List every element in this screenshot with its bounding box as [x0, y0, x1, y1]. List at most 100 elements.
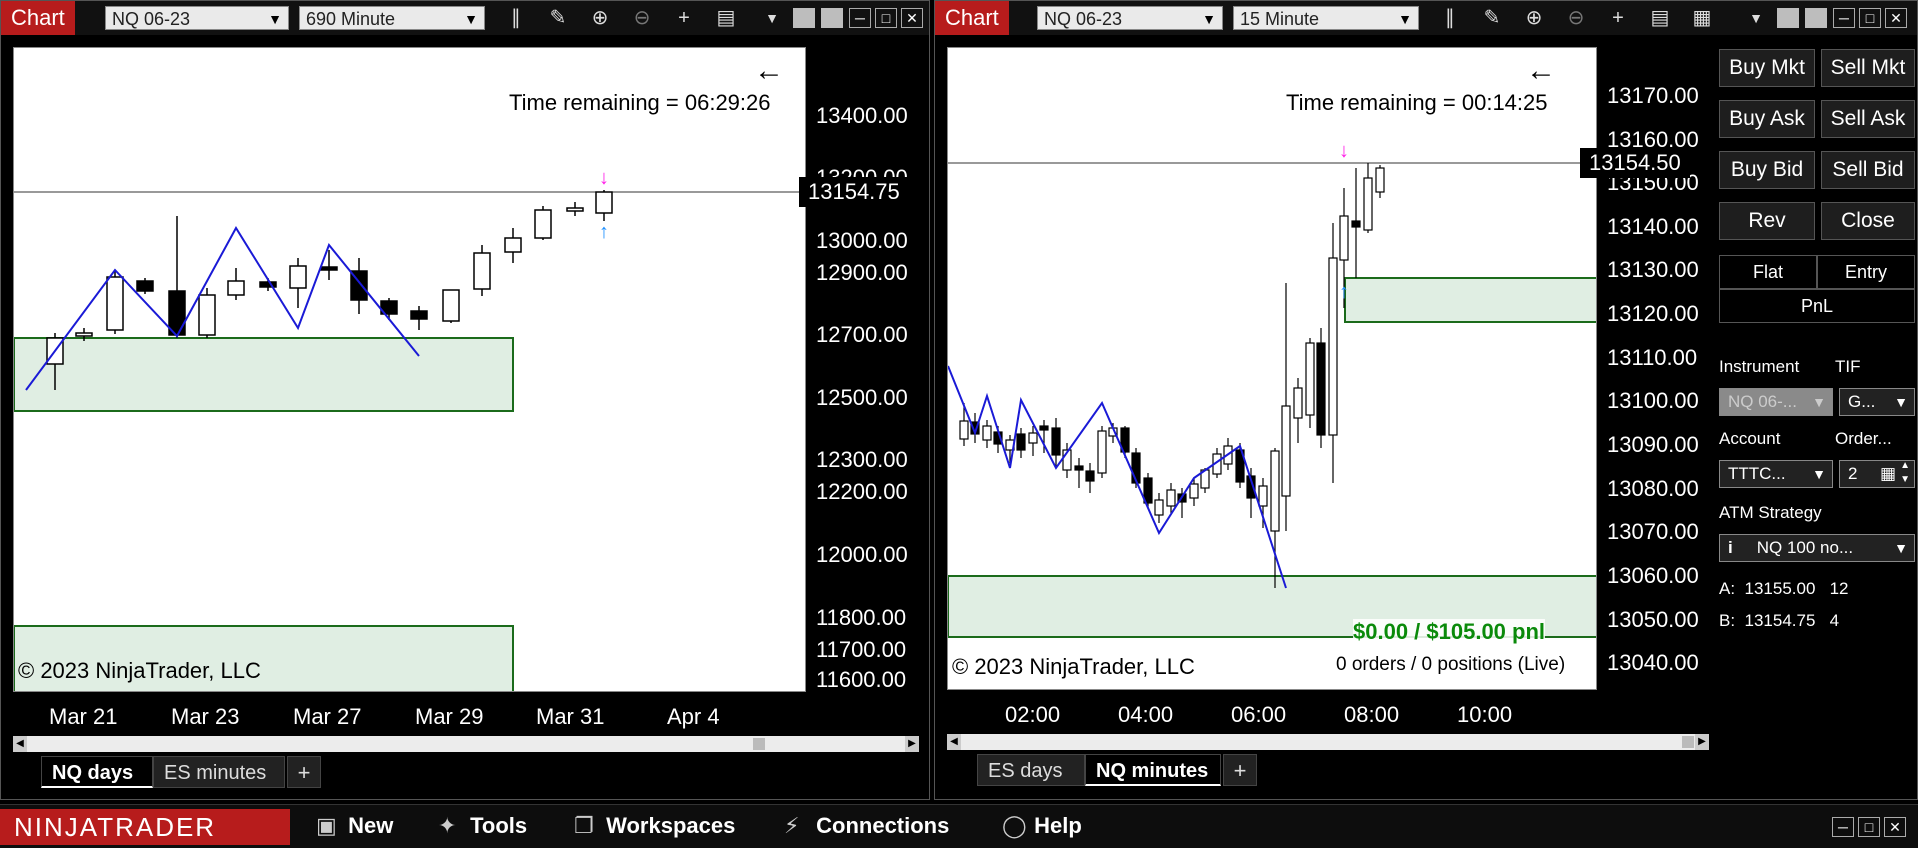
horizontal-scrollbar[interactable]: ◀ ▶ — [947, 734, 1709, 750]
arrow-left-icon[interactable]: ← — [1526, 54, 1556, 88]
y-tick: 13080.00 — [1607, 476, 1699, 501]
sell-market-button[interactable]: Sell Mkt — [1821, 49, 1915, 87]
maximize-icon[interactable]: □ — [1859, 8, 1881, 28]
buy-signal-arrow: ↑ — [599, 221, 609, 243]
tab-nq-days[interactable]: NQ days — [41, 756, 153, 788]
scroll-thumb[interactable] — [753, 738, 765, 750]
scroll-left-arrow[interactable]: ◀ — [13, 736, 27, 752]
menu-connections-label: Connections — [816, 813, 950, 838]
scroll-thumb[interactable] — [1682, 736, 1694, 748]
close-icon[interactable]: ✕ — [1885, 8, 1907, 28]
position-entry: Entry — [1817, 255, 1915, 289]
buy-ask-button[interactable]: Buy Ask — [1719, 100, 1815, 138]
chart-titlebar: Chart NQ 06-23 ▼ 690 Minute ▼ ∥ ✎ ⊕ ⊖ + … — [1, 1, 929, 35]
atm-strategy-select[interactable]: i NQ 100 no... ▼ — [1719, 534, 1915, 562]
calculator-icon[interactable]: ▦ — [1880, 461, 1896, 487]
buy-signal-arrow: ↑ — [1339, 281, 1349, 303]
account-select[interactable]: TTTC... ▼ — [1719, 460, 1833, 488]
menu-chevron-icon[interactable]: ▼ — [759, 6, 785, 30]
zoom-out-icon[interactable]: ⊖ — [629, 6, 655, 30]
bar-type-icon[interactable]: ∥ — [1437, 6, 1463, 30]
zoom-in-icon[interactable]: ⊕ — [1521, 6, 1547, 30]
draw-pencil-icon[interactable]: ✎ — [545, 6, 571, 30]
chart-title-tab[interactable]: Chart — [935, 1, 1009, 35]
menu-tools[interactable]: ✦ Tools — [438, 813, 527, 839]
chart-title-tab[interactable]: Chart — [1, 1, 75, 35]
swing-zigzag-line — [948, 365, 1287, 589]
time-remaining: Time remaining = 06:29:26 — [509, 90, 771, 115]
sell-signal-arrow: ↓ — [599, 167, 609, 189]
link-color-icon-2[interactable] — [1805, 8, 1827, 28]
minimize-icon[interactable]: ─ — [1832, 817, 1854, 837]
position-flat: Flat — [1719, 255, 1817, 289]
crosshair-icon[interactable]: + — [671, 6, 697, 30]
minimize-icon[interactable]: ─ — [1833, 8, 1855, 28]
order-panel-icon[interactable]: ▦ — [1689, 6, 1715, 30]
interval-selector[interactable]: 690 Minute ▼ — [299, 6, 485, 30]
price-chart-panel[interactable]: ↓ ↑ ← Time remaining = 00:14:25 $0.00 / … — [947, 47, 1597, 690]
maximize-icon[interactable]: □ — [875, 8, 897, 28]
tab-es-days[interactable]: ES days — [977, 754, 1085, 786]
price-chart-right-svg: ↓ ↑ — [948, 140, 1596, 638]
time-remaining: Time remaining = 00:14:25 — [1286, 90, 1548, 115]
x-tick: 10:00 — [1457, 702, 1513, 727]
info-icon[interactable]: i — [1728, 535, 1752, 561]
tif-select[interactable]: G... ▼ — [1839, 388, 1915, 416]
buy-market-button[interactable]: Buy Mkt — [1719, 49, 1815, 87]
maximize-icon[interactable]: □ — [1858, 817, 1880, 837]
menu-new[interactable]: ▣ New — [316, 813, 393, 839]
control-center-bar: NINJATRADER ▣ New ✦ Tools ❐ Workspaces ⚡… — [0, 804, 1918, 848]
menu-connections[interactable]: ⚡ Connections — [784, 813, 949, 839]
menu-help[interactable]: ◯ Help — [1002, 813, 1082, 839]
link-color-icon-2[interactable] — [821, 8, 843, 28]
reverse-button[interactable]: Rev — [1719, 202, 1815, 240]
link-color-icon[interactable] — [793, 8, 815, 28]
instrument-selector[interactable]: NQ 06-23 ▼ — [105, 6, 289, 30]
add-tab-button[interactable]: + — [1223, 754, 1257, 786]
close-icon[interactable]: ✕ — [901, 8, 923, 28]
time-axis[interactable]: Mar 21 Mar 23 Mar 27 Mar 29 Mar 31 Apr 4 — [13, 692, 806, 732]
x-tick: Mar 31 — [536, 704, 605, 729]
tab-es-minutes[interactable]: ES minutes — [153, 756, 285, 788]
buy-bid-button[interactable]: Buy Bid — [1719, 151, 1815, 189]
add-tab-button[interactable]: + — [287, 756, 321, 788]
menu-chevron-icon[interactable]: ▼ — [1743, 6, 1769, 30]
data-box-icon[interactable]: ▤ — [1647, 6, 1673, 30]
stepper-arrows-icon[interactable]: ▲ ▼ — [1900, 461, 1910, 487]
close-icon[interactable]: ✕ — [1884, 817, 1906, 837]
tab-nq-minutes[interactable]: NQ minutes — [1085, 754, 1221, 786]
sell-ask-button[interactable]: Sell Ask — [1821, 100, 1915, 138]
order-qty-label: Order... — [1835, 429, 1892, 448]
sell-bid-button[interactable]: Sell Bid — [1821, 151, 1915, 189]
close-position-button[interactable]: Close — [1821, 202, 1915, 240]
scroll-right-arrow[interactable]: ▶ — [1695, 734, 1709, 750]
bar-type-icon[interactable]: ∥ — [503, 6, 529, 30]
interval-selector[interactable]: 15 Minute ▼ — [1233, 6, 1419, 30]
instrument-selector[interactable]: NQ 06-23 ▼ — [1037, 6, 1223, 30]
minimize-icon[interactable]: ─ — [849, 8, 871, 28]
chart-titlebar: Chart NQ 06-23 ▼ 15 Minute ▼ ∥ ✎ ⊕ ⊖ + ▤… — [935, 1, 1917, 35]
ninjatrader-logo[interactable]: NINJATRADER — [0, 809, 290, 845]
link-color-icon[interactable] — [1777, 8, 1799, 28]
y-tick: 13060.00 — [1607, 563, 1699, 588]
order-qty-stepper[interactable]: 2 ▦ ▲ ▼ — [1839, 460, 1915, 488]
data-box-icon[interactable]: ▤ — [713, 6, 739, 30]
price-axis[interactable]: 13170.00 13160.00 13150.00 13140.00 1313… — [1597, 47, 1707, 690]
draw-pencil-icon[interactable]: ✎ — [1479, 6, 1505, 30]
menu-workspaces[interactable]: ❐ Workspaces — [574, 813, 735, 839]
price-axis[interactable]: 13400.00 13200.00 13000.00 12900.00 1270… — [806, 47, 929, 692]
y-tick: 12700.00 — [816, 322, 908, 347]
scroll-left-arrow[interactable]: ◀ — [947, 734, 961, 750]
price-chart-panel[interactable]: ↓ ↑ ← F Time remaining = 06:29:26 © 2023… — [13, 47, 806, 692]
arrow-left-icon[interactable]: ← — [754, 54, 784, 88]
zoom-out-icon[interactable]: ⊖ — [1563, 6, 1589, 30]
sell-signal-arrow: ↓ — [1339, 140, 1349, 162]
instrument-label: Instrument — [1719, 357, 1800, 376]
time-axis[interactable]: 02:00 04:00 06:00 08:00 10:00 — [947, 690, 1597, 730]
scroll-right-arrow[interactable]: ▶ — [905, 736, 919, 752]
chevron-down-icon: ▼ — [1812, 466, 1826, 482]
crosshair-icon[interactable]: + — [1605, 6, 1631, 30]
zoom-in-icon[interactable]: ⊕ — [587, 6, 613, 30]
account-value: TTTC... — [1728, 464, 1786, 483]
horizontal-scrollbar[interactable]: ◀ ▶ — [13, 736, 919, 752]
